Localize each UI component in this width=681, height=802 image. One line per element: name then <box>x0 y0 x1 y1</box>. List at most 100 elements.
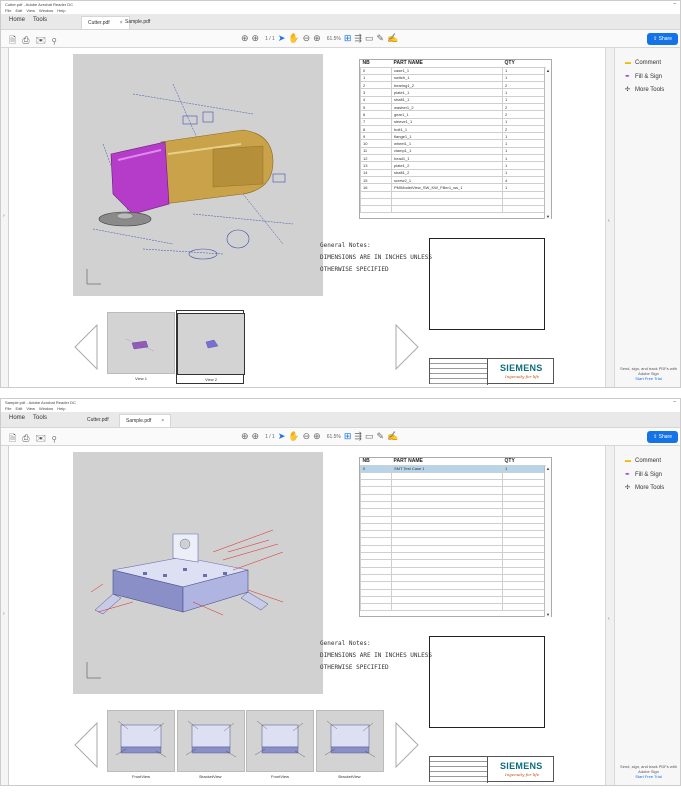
comment-tool-icon[interactable]: ▭ <box>365 431 377 441</box>
page-scrollbar[interactable]: ‹ <box>605 48 615 387</box>
menu-item-help[interactable]: Help <box>57 8 65 13</box>
minimize-icon[interactable]: – <box>673 399 676 406</box>
page-up-icon[interactable]: ⊕ <box>241 33 252 43</box>
table-row[interactable]: 2 bearing1_2 2 <box>360 81 546 90</box>
sign-icon[interactable]: ✍ <box>387 33 401 43</box>
view-thumbnail[interactable]: BracketView <box>176 708 245 782</box>
zoom-level[interactable]: 61.5% <box>327 434 341 440</box>
3d-model-view[interactable] <box>73 54 323 296</box>
select-tool-icon[interactable]: ➤ <box>278 33 289 43</box>
scroll-up-icon[interactable]: ▲ <box>546 68 550 73</box>
start-free-trial-link[interactable]: Start Free Trial <box>615 774 680 779</box>
table-row[interactable]: 16 PMIModelView_SW_KW_Filler1_ws_1 1 <box>360 183 546 192</box>
nav-tab-tools[interactable]: Tools <box>33 17 47 23</box>
scroll-mode-icon[interactable]: ⇶ <box>354 33 365 43</box>
nav-tab-tools[interactable]: Tools <box>33 415 47 421</box>
table-row[interactable]: 0 case1_1 1 <box>360 66 546 75</box>
table-row[interactable]: 3 plate1_1 1 <box>360 88 546 97</box>
table-row[interactable]: 13 plate1_2 1 <box>360 161 546 170</box>
pen-icon[interactable]: ✎ <box>376 33 387 43</box>
page-scrollbar[interactable]: ‹ <box>605 446 615 785</box>
nav-tab-home[interactable]: Home <box>9 17 25 23</box>
tool-fill-sign[interactable]: ✒ Fill & Sign <box>625 73 662 80</box>
sign-icon[interactable]: ✍ <box>387 431 401 441</box>
share-button[interactable]: ⇪ Share <box>647 33 678 45</box>
previous-view-arrow-icon[interactable] <box>73 722 99 768</box>
table-row[interactable]: 15 screw2_1 4 <box>360 175 546 185</box>
doc-tab[interactable]: Cutter.pdf <box>81 414 115 427</box>
page-down-icon[interactable]: ⊕ <box>252 431 263 441</box>
email-icon[interactable]: ✉ <box>35 35 52 45</box>
menu-item-edit[interactable]: Edit <box>15 8 22 13</box>
expand-left-icon[interactable]: › <box>3 611 5 617</box>
select-tool-icon[interactable]: ➤ <box>278 431 289 441</box>
left-panel-toggle[interactable]: › <box>1 48 9 387</box>
expand-right-icon[interactable]: ‹ <box>608 218 610 224</box>
create-pdf-icon[interactable]: 🗎 <box>9 35 22 45</box>
next-view-arrow-icon[interactable] <box>394 722 420 768</box>
scroll-down-icon[interactable]: ▼ <box>546 214 550 219</box>
start-free-trial-link[interactable]: Start Free Trial <box>615 376 680 381</box>
page-indicator[interactable]: 1 / 1 <box>265 434 275 440</box>
tool-more-tools[interactable]: ✣ More Tools <box>625 484 664 491</box>
page-indicator[interactable]: 1 / 1 <box>265 36 275 42</box>
table-row[interactable]: 6 gear1_1 2 <box>360 110 546 119</box>
close-tab-icon[interactable]: × <box>161 418 164 424</box>
create-pdf-icon[interactable]: 🗎 <box>9 433 22 443</box>
next-view-arrow-icon[interactable] <box>394 324 420 370</box>
search-icon[interactable]: ⚲ <box>52 433 62 443</box>
table-row[interactable]: 11 clamp1_1 1 <box>360 146 546 156</box>
hand-tool-icon[interactable]: ✋ <box>288 431 302 441</box>
zoom-out-icon[interactable]: ⊖ <box>303 431 314 441</box>
view-thumbnail[interactable]: FrontView <box>246 708 314 782</box>
menu-item-view[interactable]: View <box>26 8 35 13</box>
table-row[interactable]: 5 washer1_2 2 <box>360 102 546 112</box>
table-row[interactable]: 1 switch_1 1 <box>360 73 546 83</box>
table-row[interactable]: 7 sleeve1_1 1 <box>360 117 546 126</box>
expand-right-icon[interactable]: ‹ <box>608 616 610 622</box>
table-row[interactable]: 14 shaft1_2 1 <box>360 168 546 177</box>
print-icon[interactable]: ⎙ <box>22 35 35 45</box>
scroll-mode-icon[interactable]: ⇶ <box>354 431 365 441</box>
email-icon[interactable]: ✉ <box>35 433 52 443</box>
table-row[interactable]: 8 bolt1_1 2 <box>360 124 546 134</box>
tool-more-tools[interactable]: ✣ More Tools <box>625 86 664 93</box>
table-row[interactable]: 12 head1_1 1 <box>360 154 546 163</box>
expand-left-icon[interactable]: › <box>3 213 5 219</box>
table-row[interactable]: 9 flange1_1 1 <box>360 132 546 141</box>
nav-tab-home[interactable]: Home <box>9 415 25 421</box>
bom-scrollbar[interactable]: ▲ ▼ <box>544 68 551 219</box>
zoom-in-icon[interactable]: ⊕ <box>313 33 324 43</box>
print-icon[interactable]: ⎙ <box>22 433 35 443</box>
page-fit-icon[interactable]: ⊞ <box>344 33 355 43</box>
left-panel-toggle[interactable]: › <box>1 446 9 785</box>
3d-model-view[interactable] <box>73 452 323 694</box>
view-thumbnail[interactable]: View 2 <box>176 310 245 384</box>
page-up-icon[interactable]: ⊕ <box>241 431 252 441</box>
view-thumbnail[interactable]: View 1 <box>107 310 175 384</box>
menu-item-file[interactable]: File <box>5 406 11 411</box>
scroll-up-icon[interactable]: ▲ <box>546 466 550 471</box>
view-thumbnail[interactable]: BracketView <box>315 708 384 782</box>
doc-tab[interactable]: Sample.pdf <box>119 16 156 29</box>
menu-item-help[interactable]: Help <box>57 406 65 411</box>
share-button[interactable]: ⇪ Share <box>647 431 678 443</box>
table-row[interactable]: 4 shaft1_1 1 <box>360 95 546 105</box>
page-fit-icon[interactable]: ⊞ <box>344 431 355 441</box>
previous-view-arrow-icon[interactable] <box>73 324 99 370</box>
pen-icon[interactable]: ✎ <box>376 431 387 441</box>
menu-item-view[interactable]: View <box>26 406 35 411</box>
page-down-icon[interactable]: ⊕ <box>252 33 263 43</box>
menu-item-window[interactable]: Window <box>39 8 53 13</box>
scroll-down-icon[interactable]: ▼ <box>546 612 550 617</box>
menu-item-file[interactable]: File <box>5 8 11 13</box>
menu-item-window[interactable]: Window <box>39 406 53 411</box>
zoom-out-icon[interactable]: ⊖ <box>303 33 314 43</box>
table-row[interactable]: 0 SMT Test Case 11 <box>360 464 546 473</box>
table-row[interactable]: 10 wheel1_1 1 <box>360 139 546 148</box>
tool-comment[interactable]: ▬ Comment <box>625 458 661 464</box>
bom-scrollbar[interactable]: ▲ ▼ <box>544 466 551 617</box>
menu-item-edit[interactable]: Edit <box>15 406 22 411</box>
hand-tool-icon[interactable]: ✋ <box>288 33 302 43</box>
tool-fill-sign[interactable]: ✒ Fill & Sign <box>625 471 662 478</box>
